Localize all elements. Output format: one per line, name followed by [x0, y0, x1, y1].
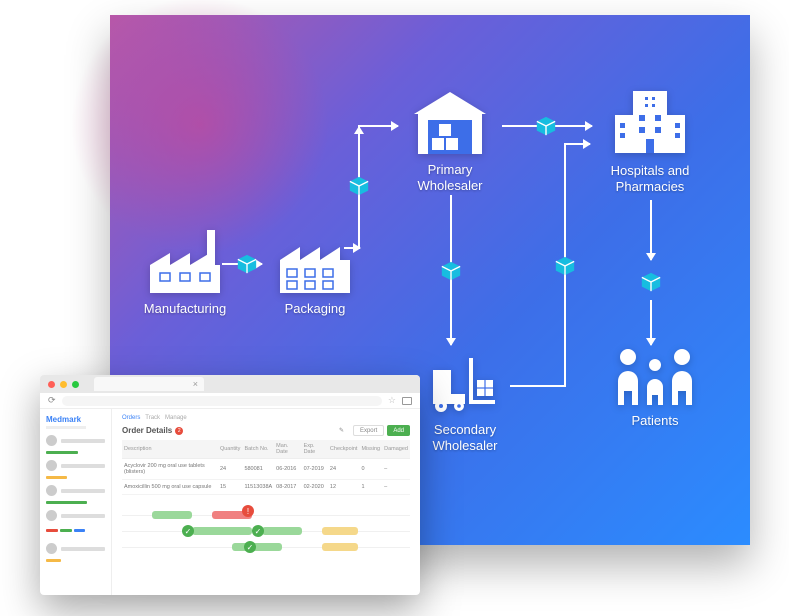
address-bar: ⟳ ☆ — [40, 393, 420, 409]
table-header: Checkpoint — [328, 440, 360, 459]
reload-icon[interactable]: ⟳ — [48, 395, 56, 406]
package-icon — [440, 260, 462, 282]
package-icon — [348, 175, 370, 197]
node-label: Secondary Wholesaler — [410, 422, 520, 453]
table-header: Exp. Date — [302, 440, 328, 459]
check-icon: ✓ — [182, 525, 194, 537]
breadcrumb: Orders Track Manage — [122, 415, 410, 421]
close-dot[interactable] — [48, 381, 55, 388]
arrow-segment — [510, 385, 564, 387]
package-icon — [554, 255, 576, 277]
browser-tab[interactable]: × — [94, 377, 204, 391]
arrow — [650, 300, 652, 345]
table-header: Description — [122, 440, 218, 459]
people-icon — [610, 345, 700, 407]
forklift-icon — [427, 350, 503, 416]
node-label: Hospitals and Pharmacies — [585, 163, 715, 194]
factory-icon — [275, 225, 355, 295]
node-hospitals: Hospitals and Pharmacies — [585, 85, 715, 194]
table-row[interactable]: Acyclovir 200 mg oral use tablets (blist… — [122, 459, 410, 480]
timeline-chart: ✓ ! ✓ ✓ — [122, 509, 410, 563]
package-icon — [236, 253, 258, 275]
url-input[interactable] — [62, 396, 382, 406]
check-icon: ✓ — [252, 525, 264, 537]
arrow — [650, 200, 652, 260]
sidebar-person[interactable] — [46, 543, 105, 554]
node-label: Primary Wholesaler — [395, 162, 505, 193]
table-header: Missing — [359, 440, 382, 459]
page-title: Order Details — [122, 426, 172, 435]
node-patients: Patients — [600, 345, 710, 429]
cast-icon[interactable] — [402, 397, 412, 405]
browser-window: × ⟳ ☆ Medmark Orders Track Manage — [40, 375, 420, 595]
brand-logo: Medmark — [46, 415, 105, 424]
package-icon — [535, 115, 557, 137]
sidebar-person[interactable] — [46, 460, 105, 471]
node-packaging: Packaging — [265, 225, 365, 317]
minimize-dot[interactable] — [60, 381, 67, 388]
sidebar-person[interactable] — [46, 510, 105, 521]
check-icon: ✓ — [244, 541, 256, 553]
table-row[interactable]: Amoxicillin 500 mg oral use capsule15115… — [122, 480, 410, 495]
node-secondary-wholesaler: Secondary Wholesaler — [410, 350, 520, 453]
arrow-segment — [344, 247, 360, 249]
orders-table: DescriptionQuantityBatch No.Man. DateExp… — [122, 440, 410, 495]
node-label: Patients — [600, 413, 710, 429]
export-button[interactable]: Export — [353, 425, 384, 436]
table-header: Quantity — [218, 440, 242, 459]
hospital-icon — [609, 85, 691, 157]
edit-button[interactable]: ✎ — [333, 425, 350, 436]
node-manufacturing: Manufacturing — [130, 225, 240, 317]
node-label: Packaging — [265, 301, 365, 317]
app-sidebar: Medmark — [40, 409, 112, 595]
arrow — [358, 125, 398, 127]
alert-icon: ! — [242, 505, 254, 517]
warehouse-icon — [410, 90, 490, 156]
app-main: Orders Track Manage Order Details 2 ✎ Ex… — [112, 409, 420, 595]
sidebar-person[interactable] — [46, 485, 105, 496]
package-icon — [640, 271, 662, 293]
arrow — [564, 143, 590, 145]
node-primary-wholesaler: Primary Wholesaler — [395, 90, 505, 193]
table-header: Man. Date — [274, 440, 301, 459]
star-icon[interactable]: ☆ — [388, 395, 396, 406]
add-button[interactable]: Add — [387, 425, 410, 436]
browser-tabbar: × — [40, 375, 420, 393]
sidebar-person[interactable] — [46, 435, 105, 446]
notification-badge: 2 — [175, 427, 183, 435]
table-header: Damaged — [382, 440, 410, 459]
node-label: Manufacturing — [130, 301, 240, 317]
table-header: Batch No. — [242, 440, 274, 459]
maximize-dot[interactable] — [72, 381, 79, 388]
factory-icon — [145, 225, 225, 295]
